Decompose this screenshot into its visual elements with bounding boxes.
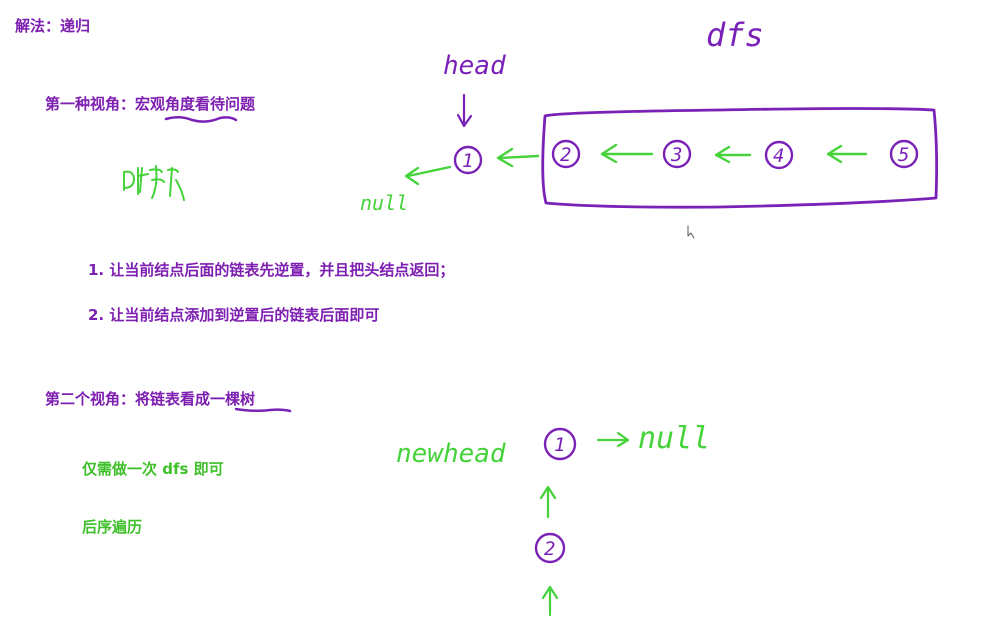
tree-arrow-1-to-null bbox=[596, 431, 630, 448]
null-label: null bbox=[360, 191, 408, 215]
green-scribble bbox=[123, 165, 185, 201]
tree-arrow-into-2 bbox=[541, 585, 559, 617]
newhead-label: newhead bbox=[396, 439, 506, 469]
tree-node-1-label: 1 bbox=[554, 434, 565, 456]
head-arrow bbox=[456, 93, 473, 128]
emphasis-underline-1 bbox=[164, 116, 238, 123]
arrow-2-to-1 bbox=[496, 147, 540, 168]
dfs-box bbox=[541, 107, 939, 209]
node-1-label: 1 bbox=[462, 150, 473, 172]
dfs-label: dfs bbox=[706, 16, 764, 54]
node-2-label: 2 bbox=[560, 144, 571, 166]
arrow-3-to-2 bbox=[600, 143, 654, 164]
hand-drawn-sketch: head dfs null 1 2 3 4 5 newhead null 1 2 bbox=[123, 16, 939, 617]
mouse-cursor-icon bbox=[687, 225, 695, 239]
tree-node-2-label: 2 bbox=[544, 538, 555, 560]
node-3-label: 3 bbox=[670, 144, 682, 166]
emphasis-underline-2 bbox=[234, 407, 292, 413]
head-label: head bbox=[443, 51, 506, 81]
node-4-label: 4 bbox=[773, 145, 784, 167]
arrow-4-to-3 bbox=[714, 145, 752, 164]
tree-arrow-2-to-1 bbox=[539, 485, 557, 519]
arrow-1-to-null bbox=[404, 165, 452, 186]
node-5-label: 5 bbox=[898, 144, 909, 166]
arrow-5-to-4 bbox=[826, 144, 868, 164]
tree-null-label: null bbox=[638, 421, 710, 456]
